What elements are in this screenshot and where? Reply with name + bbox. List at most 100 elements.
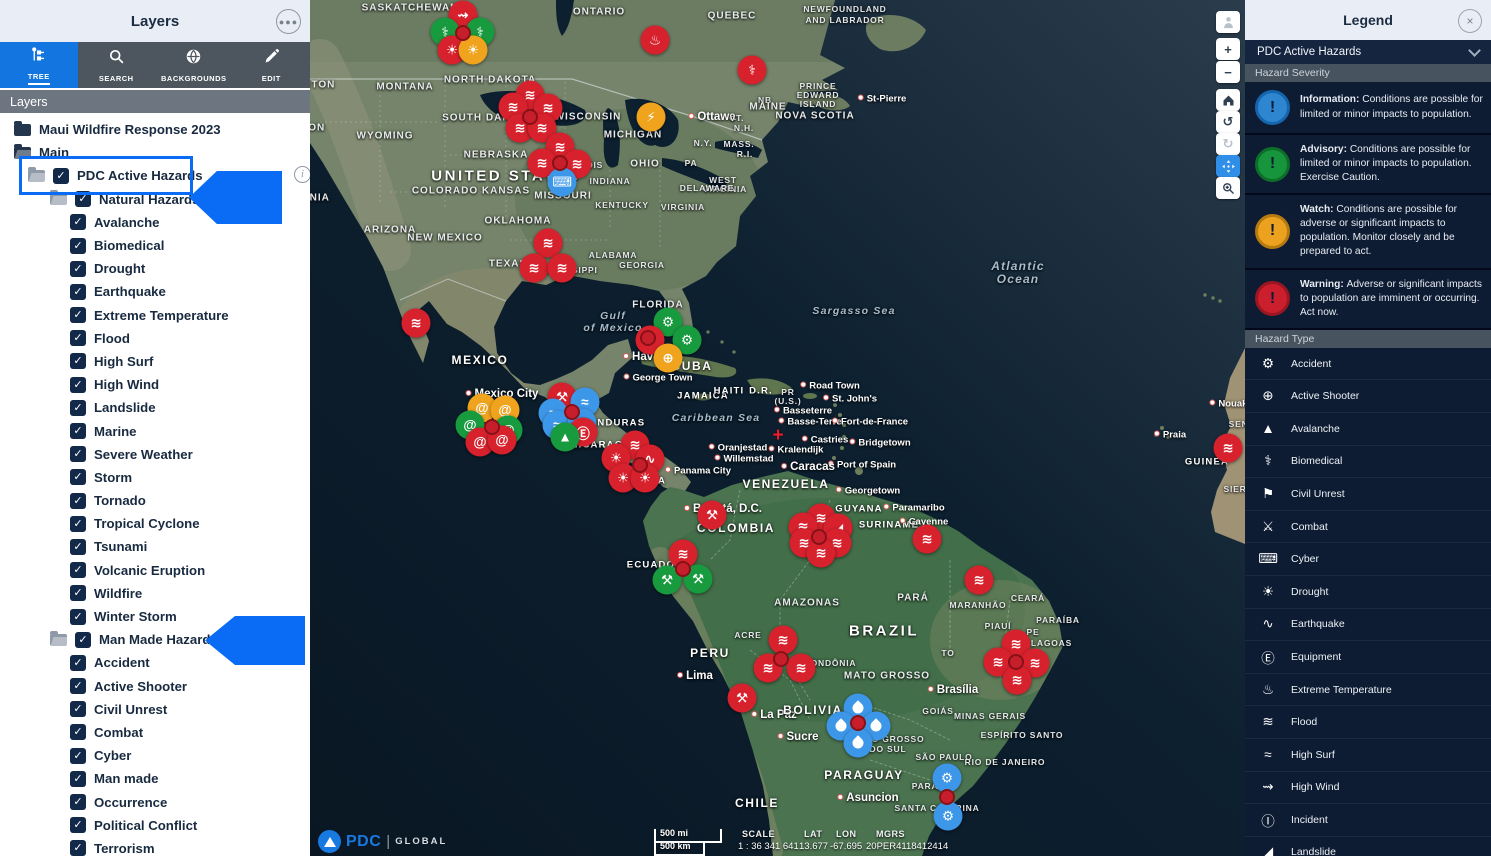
checkbox-volcanic-eruption[interactable]: ✓ <box>70 562 86 579</box>
tree-item-marine[interactable]: ✓ Marine <box>0 419 310 442</box>
checkbox-tornado[interactable]: ✓ <box>70 492 86 509</box>
checkbox-wildfire[interactable]: ✓ <box>70 585 86 602</box>
info-icon[interactable]: i <box>294 166 310 183</box>
tree-item-tsunami[interactable]: ✓ Tsunami <box>0 535 310 558</box>
checkbox-occurrence[interactable]: ✓ <box>70 794 86 811</box>
close-icon[interactable]: × <box>1458 9 1482 33</box>
map-control-undo[interactable]: ↺ <box>1216 111 1240 133</box>
hazard-marker-extreme-temperature[interactable]: ♨ <box>640 25 670 55</box>
folder-closed-icon[interactable] <box>14 120 31 136</box>
checkbox-marine[interactable]: ✓ <box>70 423 86 440</box>
tree-item-drought[interactable]: ✓ Drought <box>0 257 310 280</box>
tree-item-main[interactable]: Main <box>0 141 310 164</box>
tree-item-maui-wildfire-response-2023[interactable]: Maui Wildfire Response 2023 <box>0 118 310 141</box>
checkbox-tropical-cyclone[interactable]: ✓ <box>70 515 86 532</box>
checkbox-accident[interactable]: ✓ <box>70 654 86 671</box>
folder-open-icon[interactable] <box>50 190 67 206</box>
tree-item-extreme-temperature[interactable]: ✓ Extreme Temperature <box>0 304 310 327</box>
checkbox-extreme-temperature[interactable]: ✓ <box>70 307 86 324</box>
tree-item-storm[interactable]: ✓ Storm <box>0 466 310 489</box>
tab-edit[interactable]: EDIT <box>233 42 311 88</box>
hazard-marker-flood[interactable]: ≋ <box>964 565 994 595</box>
checkbox-man-made-hazards[interactable]: ✓ <box>75 631 91 648</box>
checkbox-tsunami[interactable]: ✓ <box>70 538 86 555</box>
tree-item-landslide[interactable]: ✓ Landslide <box>0 396 310 419</box>
tree-item-severe-weather[interactable]: ✓ Severe Weather <box>0 443 310 466</box>
checkbox-biomedical[interactable]: ✓ <box>70 237 86 254</box>
map-control-zoom-in[interactable]: + <box>1216 38 1240 60</box>
map-control-zoom-out[interactable]: − <box>1216 61 1240 83</box>
checkbox-combat[interactable]: ✓ <box>70 724 86 741</box>
checkbox-flood[interactable]: ✓ <box>70 330 86 347</box>
folder-open-icon[interactable] <box>14 143 31 159</box>
hazard-marker-biomedical[interactable]: ⚕ <box>737 55 767 85</box>
hazard-type-row-accident: ⚙ Accident <box>1245 347 1491 381</box>
checkbox-high-surf[interactable]: ✓ <box>70 353 86 370</box>
hazard-marker-flood[interactable]: ≋ <box>786 653 816 683</box>
map-control-street-view[interactable] <box>1216 11 1240 33</box>
tree-item-volcanic-eruption[interactable]: ✓ Volcanic Eruption <box>0 559 310 582</box>
hazard-marker-flood[interactable]: ≋ <box>1213 433 1243 463</box>
map-control-pan[interactable] <box>1216 155 1240 177</box>
hazard-marker-flame[interactable] <box>843 728 873 758</box>
hazard-marker-flood[interactable]: ≋ <box>519 253 549 283</box>
tree-item-cyber[interactable]: ✓ Cyber <box>0 744 310 767</box>
hazard-marker-flood[interactable]: ≋ <box>401 308 431 338</box>
checkbox-pdc-active-hazards[interactable]: ✓ <box>53 167 69 184</box>
tree-item-occurrence[interactable]: ✓ Occurrence <box>0 790 310 813</box>
pdc-logo: PDC | GLOBAL <box>318 830 447 853</box>
tree-item-earthquake[interactable]: ✓ Earthquake <box>0 280 310 303</box>
checkbox-earthquake[interactable]: ✓ <box>70 283 86 300</box>
hazard-marker-volcano[interactable]: ▲ <box>550 422 580 452</box>
tree-item-terrorism[interactable]: ✓ Terrorism <box>0 837 310 856</box>
checkbox-storm[interactable]: ✓ <box>70 469 86 486</box>
checkbox-severe-weather[interactable]: ✓ <box>70 446 86 463</box>
hazard-marker-severe-weather[interactable]: ⚡ <box>636 102 666 132</box>
map-label-brazil: BRAZIL <box>849 622 919 640</box>
checkbox-civil-unrest[interactable]: ✓ <box>70 701 86 718</box>
panel-menu-button[interactable]: ●●● <box>276 9 301 34</box>
tree-item-man-made[interactable]: ✓ Man made <box>0 767 310 790</box>
checkbox-drought[interactable]: ✓ <box>70 260 86 277</box>
hazard-marker-man-made[interactable]: ⚒ <box>727 683 757 713</box>
checkbox-cyber[interactable]: ✓ <box>70 747 86 764</box>
flood-icon: ≋ <box>528 260 540 275</box>
hazard-marker-active-shooter[interactable]: ⊕ <box>653 343 683 373</box>
hazard-marker-flood[interactable]: ≋ <box>547 253 577 283</box>
tab-tree[interactable]: TREE <box>0 42 78 88</box>
folder-open-icon[interactable] <box>28 166 45 182</box>
hazard-marker-cyber[interactable]: ⌨ <box>547 167 577 197</box>
checkbox-political-conflict[interactable]: ✓ <box>70 817 86 834</box>
tree-item-combat[interactable]: ✓ Combat <box>0 721 310 744</box>
tree-item-active-shooter[interactable]: ✓ Active Shooter <box>0 675 310 698</box>
tree-item-high-surf[interactable]: ✓ High Surf <box>0 350 310 373</box>
checkbox-high-wind[interactable]: ✓ <box>70 376 86 393</box>
tree-item-tropical-cyclone[interactable]: ✓ Tropical Cyclone <box>0 512 310 535</box>
map-control-zoom-box[interactable] <box>1216 177 1240 199</box>
tree-item-tornado[interactable]: ✓ Tornado <box>0 489 310 512</box>
tree-item-civil-unrest[interactable]: ✓ Civil Unrest <box>0 698 310 721</box>
map-control-home[interactable] <box>1216 89 1240 111</box>
checkbox-natural-hazards[interactable]: ✓ <box>75 191 91 208</box>
checkbox-avalanche[interactable]: ✓ <box>70 214 86 231</box>
tree-item-political-conflict[interactable]: ✓ Political Conflict <box>0 814 310 837</box>
checkbox-active-shooter[interactable]: ✓ <box>70 678 86 695</box>
tree-item-flood[interactable]: ✓ Flood <box>0 327 310 350</box>
hazard-marker-man-made[interactable]: ⚒ <box>697 500 727 530</box>
map-canvas[interactable]: SASKATCHEWAN ONTARIO QUEBEC NEWFOUNDLAND AND… <box>310 0 1245 856</box>
checkbox-winter-storm[interactable]: ✓ <box>70 608 86 625</box>
hazard-marker-flood[interactable]: ≋ <box>768 625 798 655</box>
legend-header: Legend × <box>1245 0 1491 40</box>
map-control-redo[interactable]: ↻ <box>1216 133 1240 155</box>
checkbox-man-made[interactable]: ✓ <box>70 770 86 787</box>
folder-open-icon[interactable] <box>50 630 67 646</box>
tree-item-biomedical[interactable]: ✓ Biomedical <box>0 234 310 257</box>
legend-group-pdc-active-hazards[interactable]: PDC Active Hazards <box>1245 40 1491 64</box>
checkbox-terrorism[interactable]: ✓ <box>70 840 86 856</box>
tab-search[interactable]: SEARCH <box>78 42 156 88</box>
tree-item-high-wind[interactable]: ✓ High Wind <box>0 373 310 396</box>
checkbox-landslide[interactable]: ✓ <box>70 399 86 416</box>
tree-item-wildfire[interactable]: ✓ Wildfire <box>0 582 310 605</box>
tab-backgrounds[interactable]: BACKGROUNDS <box>155 42 233 88</box>
hazard-marker-flood[interactable]: ≋ <box>912 524 942 554</box>
